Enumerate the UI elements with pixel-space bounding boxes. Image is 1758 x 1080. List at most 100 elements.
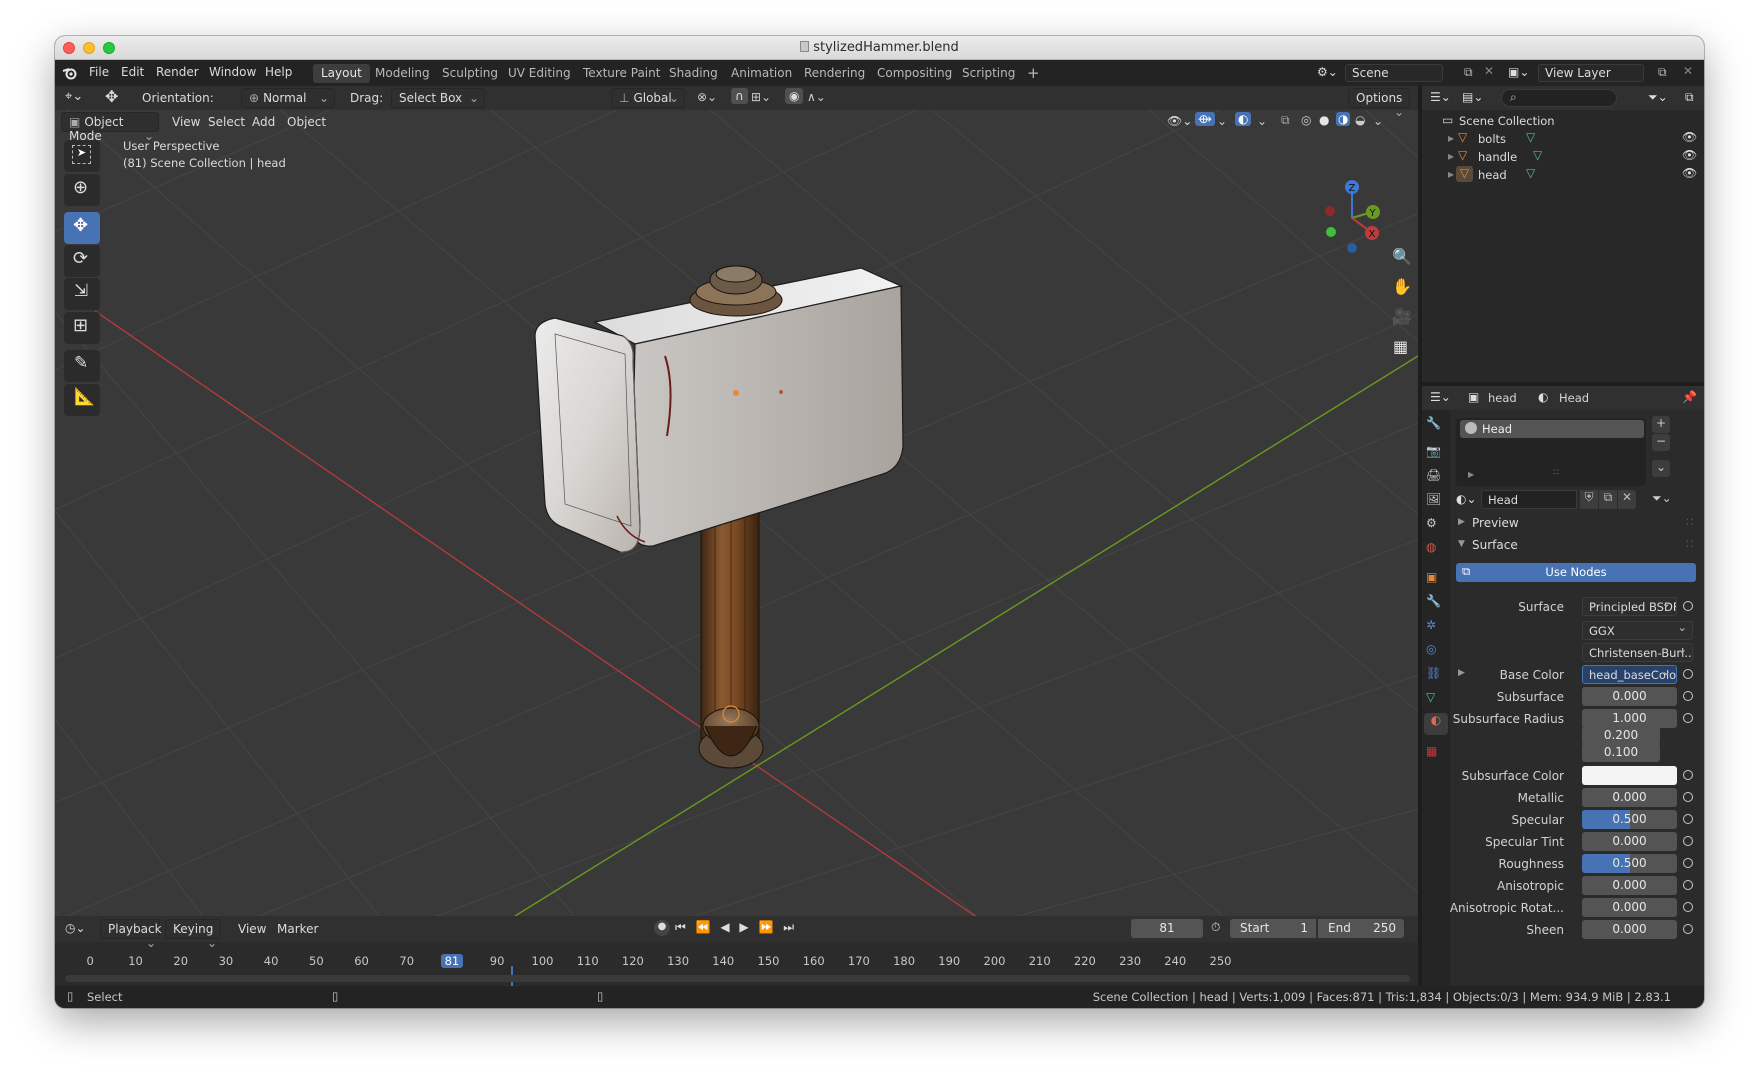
viewport-menu-view[interactable]: View — [172, 115, 200, 129]
menu-file[interactable]: File — [89, 65, 109, 79]
timeline-menu-marker[interactable]: Marker — [277, 922, 318, 936]
orientation-dropdown[interactable]: ⊕ Normal ⌄ — [241, 88, 335, 108]
record-button[interactable]: ● — [654, 920, 670, 936]
mode-dropdown[interactable]: ▣ Object Mode ⌄ — [61, 112, 159, 143]
slot-specials-button[interactable]: ⌄ — [1652, 460, 1670, 477]
end-frame-field[interactable]: End 250 — [1318, 919, 1404, 938]
texture-tab-icon[interactable]: ▦ — [1426, 744, 1448, 766]
tab-layout[interactable]: Layout — [313, 64, 370, 83]
pin-icon[interactable]: 📌 — [1682, 390, 1697, 404]
tab-modeling[interactable]: Modeling — [367, 64, 438, 83]
outliner-row-bolts[interactable]: ▸ ▽ bolts ▽ 👁 — [1422, 130, 1704, 148]
shading-solid-icon[interactable]: ● — [1319, 113, 1329, 127]
outliner-row-handle[interactable]: ▸ ▽ handle ▽ 👁 — [1422, 148, 1704, 166]
socket-dot-icon[interactable] — [1683, 880, 1693, 890]
viewport-menu-select[interactable]: Select — [208, 115, 245, 129]
material-slot-item[interactable]: Head — [1460, 420, 1644, 438]
socket-dot-icon[interactable] — [1683, 814, 1693, 824]
move-tool[interactable]: ✥ — [64, 212, 100, 244]
value-slider[interactable]: 0.500 — [1582, 854, 1677, 873]
duplicate-material-icon[interactable]: ⧉ — [1599, 490, 1617, 509]
add-workspace-button[interactable]: + — [1019, 62, 1048, 82]
unlink-material-icon[interactable]: ✕ — [1618, 490, 1636, 509]
blender-logo-icon[interactable] — [62, 66, 78, 80]
object-tab-icon[interactable]: ▣ — [1426, 570, 1448, 592]
distribution-dropdown[interactable]: GGX — [1582, 621, 1693, 640]
properties-editor-icon[interactable]: ☰⌄ — [1430, 390, 1451, 404]
cursor-tool[interactable]: ⊕ — [64, 174, 100, 206]
socket-dot-icon[interactable] — [1683, 669, 1693, 679]
value-slider[interactable]: 0.000 — [1582, 832, 1677, 851]
socket-dot-icon[interactable] — [1683, 836, 1693, 846]
filter-icon[interactable]: ⏷⌄ — [1648, 90, 1668, 105]
tab-rendering[interactable]: Rendering — [796, 64, 873, 83]
gizmo-dropdown-icon[interactable]: ⌄ — [1217, 114, 1227, 128]
keying-menu[interactable]: Keying ⌄ — [165, 919, 221, 950]
transform-orientation-dropdown[interactable]: ⊥ Global ⌄ — [611, 88, 685, 108]
render-tab-icon[interactable]: 📷 — [1426, 444, 1448, 466]
value-slider[interactable]: 0.000 — [1582, 898, 1677, 917]
proportional-edit-icon[interactable]: ◉ — [785, 88, 804, 104]
scene-tab-icon[interactable]: ⚙ — [1426, 516, 1448, 538]
surface-panel-header[interactable]: ▼ Surface ∷ — [1452, 536, 1704, 556]
gizmo-toggle-icon[interactable]: ⟴ — [1195, 112, 1215, 126]
material-tab-icon[interactable]: ◐ — [1424, 713, 1448, 735]
preview-range-icon[interactable]: ⏱ — [1211, 920, 1220, 935]
remove-slot-button[interactable]: − — [1652, 434, 1670, 451]
delete-scene-icon[interactable]: ✕ — [1484, 64, 1494, 78]
transform-tool[interactable]: ⊞ — [64, 312, 100, 344]
use-nodes-button[interactable]: ⧉ Use Nodes — [1456, 563, 1696, 582]
delete-view-layer-icon[interactable]: ✕ — [1683, 64, 1693, 78]
tab-shading[interactable]: Shading — [661, 64, 726, 83]
outliner-search-input[interactable]: ⌕ — [1501, 89, 1617, 107]
perspective-toggle-button[interactable]: ▦ — [1386, 334, 1414, 362]
output-tab-icon[interactable]: 🖨 — [1426, 468, 1448, 490]
socket-dot-icon[interactable] — [1683, 770, 1693, 780]
visibility-icon[interactable]: 👁⌄ — [1167, 114, 1192, 128]
value-slider[interactable]: 0.000 — [1582, 788, 1677, 807]
new-collection-icon[interactable]: ⧉ — [1685, 90, 1694, 105]
new-scene-icon[interactable]: ⧉ — [1464, 65, 1473, 80]
tab-compositing[interactable]: Compositing — [869, 64, 960, 83]
add-slot-button[interactable]: + — [1652, 416, 1670, 433]
measure-tool[interactable]: 📐 — [64, 384, 100, 416]
view-layer-browse-icon[interactable]: ▣⌄ — [1508, 65, 1529, 79]
playback-menu[interactable]: Playback ⌄ — [100, 919, 162, 950]
subsurface-color-swatch[interactable] — [1582, 766, 1677, 785]
overlays-toggle-icon[interactable]: ◐ — [1235, 112, 1252, 126]
timeline-menu-view[interactable]: View — [238, 922, 266, 936]
tool-tab-icon[interactable]: 🔧 — [1426, 416, 1448, 438]
3d-viewport[interactable]: ⌖⌄ ✥ Orientation: ⊕ Normal ⌄ Drag: Select … — [55, 86, 1418, 916]
menu-window[interactable]: Window — [209, 65, 256, 79]
shading-material-icon[interactable]: ◑ — [1336, 112, 1351, 126]
move-tool-icon[interactable]: ✥ — [105, 87, 118, 106]
playback-controls[interactable]: ⏮ ⏪ ◀ ▶ ⏩ ⏭ — [675, 920, 797, 935]
surface-shader-field[interactable]: Principled BSDF — [1582, 597, 1677, 616]
material-name-field[interactable]: Head — [1481, 490, 1577, 509]
clock-editor-icon[interactable]: ◷⌄ — [65, 921, 86, 935]
list-resize-handle[interactable]: ∷ — [1553, 468, 1559, 478]
tab-texture-paint[interactable]: Texture Paint — [575, 64, 668, 83]
viewport-menu-add[interactable]: Add — [252, 115, 275, 129]
socket-dot-icon[interactable] — [1683, 924, 1693, 934]
visibility-eye-icon[interactable]: 👁 — [1682, 130, 1697, 144]
world-tab-icon[interactable]: ◍ — [1426, 540, 1448, 562]
timeline-scrollbar[interactable] — [65, 975, 1410, 982]
snap-magnet-icon[interactable]: ∩ — [731, 88, 748, 104]
outliner-editor-icon[interactable]: ☰⌄ — [1430, 90, 1451, 104]
tab-animation[interactable]: Animation — [723, 64, 800, 83]
menu-help[interactable]: Help — [265, 65, 292, 79]
subsurface-method-dropdown[interactable]: Christensen-Burl... — [1582, 643, 1693, 662]
tool-select-icon[interactable]: ⌖⌄ — [65, 89, 83, 104]
mesh-data-tab-icon[interactable]: ▽ — [1426, 690, 1448, 712]
scene-name-field[interactable]: Scene — [1345, 64, 1443, 82]
annotate-tool[interactable]: ✎ — [64, 350, 100, 382]
value-slider[interactable]: 0.000 — [1582, 687, 1677, 706]
modifier-tab-icon[interactable]: 🔧 — [1426, 594, 1448, 616]
view-layer-tab-icon[interactable]: 🖼 — [1426, 492, 1448, 514]
physics-tab-icon[interactable]: ◎ — [1426, 642, 1448, 664]
display-mode-icon[interactable]: ▤⌄ — [1462, 90, 1483, 104]
scale-tool[interactable]: ⇲ — [64, 278, 100, 310]
shading-wireframe-icon[interactable]: ◎ — [1301, 113, 1311, 127]
xray-icon[interactable]: ⧉ — [1281, 113, 1290, 128]
